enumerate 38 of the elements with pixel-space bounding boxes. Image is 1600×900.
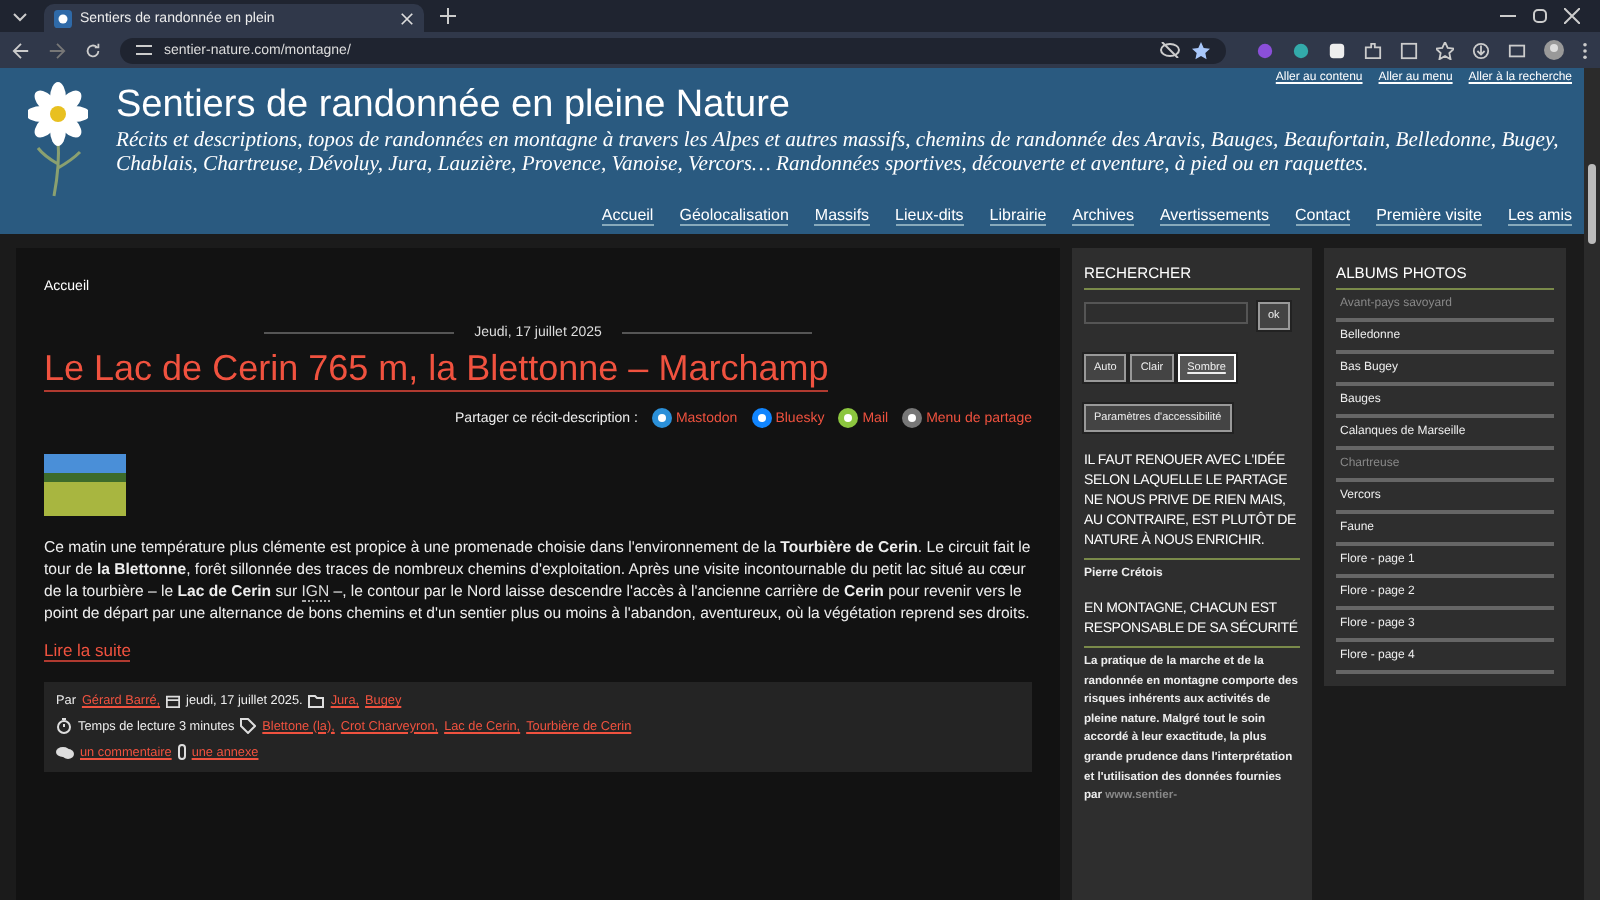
eye-off-icon[interactable]: [1160, 42, 1180, 58]
nav-link[interactable]: Archives: [1072, 206, 1134, 226]
nav-link[interactable]: Massifs: [814, 206, 870, 226]
avatar-icon[interactable]: [1544, 40, 1564, 60]
nav-link[interactable]: Première visite: [1376, 206, 1482, 226]
star-outline-icon[interactable]: [1436, 41, 1454, 59]
more-icon[interactable]: [1582, 41, 1588, 59]
back-icon[interactable]: [12, 41, 30, 59]
restore-icon[interactable]: [1532, 8, 1548, 24]
tag-icon: [240, 718, 257, 734]
nav-link[interactable]: Géolocalisation: [679, 206, 789, 226]
search-field[interactable]: [1084, 302, 1248, 324]
nav-link[interactable]: Contact: [1295, 206, 1351, 226]
nav-link[interactable]: Les amis: [1507, 206, 1572, 226]
comments-icon: [56, 745, 74, 759]
calendar-icon: [166, 694, 181, 708]
forward-icon[interactable]: [48, 41, 66, 59]
tab-search-icon[interactable]: [12, 8, 28, 24]
folder-icon: [308, 694, 325, 708]
new-tab-icon[interactable]: [440, 8, 456, 24]
paperclip-icon: [177, 744, 186, 760]
stopwatch-icon: [56, 718, 72, 734]
close-window-icon[interactable]: [1564, 8, 1580, 24]
reload-icon[interactable]: [84, 41, 102, 59]
close-icon[interactable]: [400, 11, 414, 25]
nav-link[interactable]: Avertissements: [1159, 206, 1269, 226]
post-title-link[interactable]: Le Lac de Cerin 765 m, la Blettonne – Marchamp: [44, 346, 829, 392]
photo-placeholder[interactable]: [44, 454, 126, 516]
nav-link[interactable]: Lieux-dits: [895, 206, 964, 226]
nav-link[interactable]: Accueil: [601, 206, 654, 226]
nav-link[interactable]: Librairie: [989, 206, 1047, 226]
scrollbar[interactable]: [1584, 68, 1600, 900]
download-icon[interactable]: [1472, 41, 1490, 59]
site-settings-icon[interactable]: [136, 42, 152, 58]
star-icon[interactable]: [1192, 41, 1210, 59]
site-title[interactable]: Sentiers de randonnée en pleine Nature: [116, 84, 1572, 128]
read-more-link[interactable]: Lire la suite: [44, 640, 131, 662]
site-tagline: Récits et descriptions, topos de randonnées en montagne à travers les Alpes et autres massifs, chemins de randonnée des Aravis, Bauges, Beaufortain, Belledonne, Bugey, Chablais, Chartreuse, Dévoluy, Jura, Lauzière, Provence, Vanoise, Vercors… Randonnées sportives, découverte et aventure, à pied ou en raquettes.: [116, 130, 1561, 178]
